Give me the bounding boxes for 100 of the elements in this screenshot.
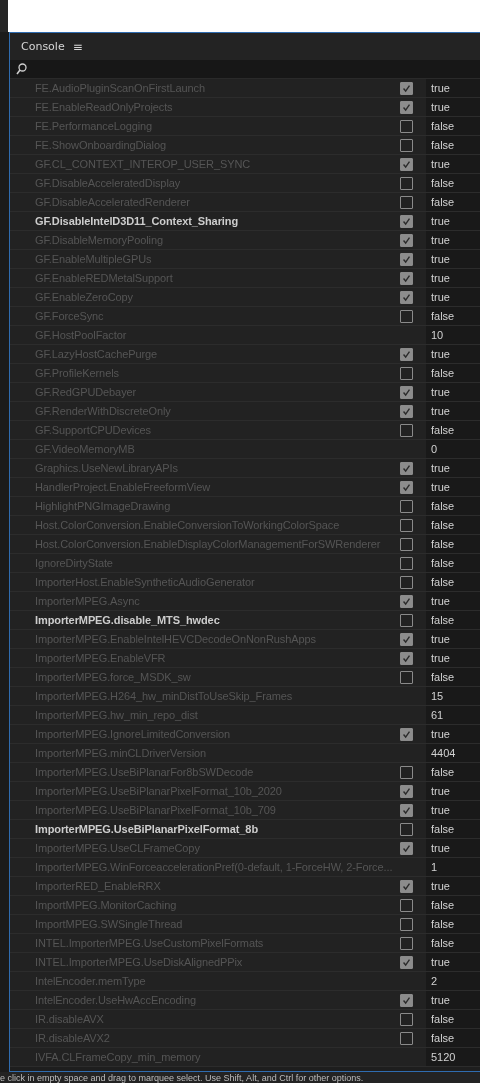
value-field[interactable]: true [426, 991, 480, 1009]
value-field[interactable]: true [426, 725, 480, 743]
checkbox[interactable] [400, 423, 413, 437]
value-field[interactable]: true [426, 288, 480, 306]
value-field[interactable]: true [426, 877, 480, 895]
value-field[interactable]: false [426, 516, 480, 534]
value-field[interactable]: false [426, 554, 480, 572]
checkbox[interactable] [400, 784, 413, 798]
checkbox[interactable] [400, 233, 413, 247]
value-field[interactable]: true [426, 269, 480, 287]
checkbox[interactable] [400, 461, 413, 475]
value-field[interactable]: true [426, 98, 480, 116]
checkbox[interactable] [400, 195, 413, 209]
value-field[interactable]: true [426, 592, 480, 610]
value-field[interactable]: false [426, 1010, 480, 1028]
checkbox[interactable] [400, 309, 413, 323]
checkbox[interactable] [400, 841, 413, 855]
value-field[interactable]: true [426, 801, 480, 819]
value-field[interactable]: false [426, 497, 480, 515]
value-field[interactable]: false [426, 611, 480, 629]
value-field[interactable]: true [426, 402, 480, 420]
checkbox[interactable] [400, 1031, 413, 1045]
value-field[interactable]: false [426, 421, 480, 439]
checkbox[interactable] [400, 879, 413, 893]
checkbox[interactable] [400, 499, 413, 513]
value-field[interactable]: 5120 [426, 1048, 480, 1066]
value-field[interactable]: true [426, 649, 480, 667]
value-field[interactable]: true [426, 79, 480, 97]
checkbox[interactable] [400, 556, 413, 570]
value-field[interactable]: 10 [426, 326, 480, 344]
value-field[interactable]: 0 [426, 440, 480, 458]
checkbox[interactable] [400, 936, 413, 950]
value-field[interactable]: true [426, 459, 480, 477]
checkbox[interactable] [400, 594, 413, 608]
value-field[interactable]: true [426, 782, 480, 800]
checkbox[interactable] [400, 385, 413, 399]
checkbox[interactable] [400, 651, 413, 665]
checkbox[interactable] [400, 537, 413, 551]
checkbox[interactable] [400, 480, 413, 494]
value-field[interactable]: false [426, 535, 480, 553]
value-field[interactable]: 15 [426, 687, 480, 705]
value-field[interactable]: true [426, 478, 480, 496]
value-field[interactable]: false [426, 668, 480, 686]
search-field[interactable] [10, 60, 480, 79]
checkbox[interactable] [400, 404, 413, 418]
checkbox[interactable] [400, 366, 413, 380]
panel-menu-glyph[interactable]: ≡ [72, 39, 83, 54]
checkbox[interactable] [400, 138, 413, 152]
checkbox[interactable] [400, 290, 413, 304]
checkbox[interactable] [400, 157, 413, 171]
setting-row[interactable]: ImporterMPEG.disable_MTS_hwdec false [10, 611, 480, 630]
setting-row[interactable]: GF.DisableIntelD3D11_Context_Sharing true [10, 212, 480, 231]
value-field[interactable]: false [426, 193, 480, 211]
checkbox[interactable] [400, 613, 413, 627]
value-field[interactable]: false [426, 896, 480, 914]
checkbox[interactable] [400, 727, 413, 741]
checkbox[interactable] [400, 632, 413, 646]
value-field[interactable]: true [426, 155, 480, 173]
value-field[interactable]: 61 [426, 706, 480, 724]
value-field[interactable]: true [426, 212, 480, 230]
value-field[interactable]: 2 [426, 972, 480, 990]
value-field[interactable]: false [426, 364, 480, 382]
checkbox[interactable] [400, 176, 413, 190]
value-field[interactable]: false [426, 573, 480, 591]
value-field[interactable]: false [426, 117, 480, 135]
checkbox[interactable] [400, 518, 413, 532]
value-field[interactable]: 1 [426, 858, 480, 876]
checkbox[interactable] [400, 765, 413, 779]
checkbox[interactable] [400, 917, 413, 931]
checkbox[interactable] [400, 993, 413, 1007]
checkbox[interactable] [400, 575, 413, 589]
checkbox[interactable] [400, 898, 413, 912]
checkbox[interactable] [400, 81, 413, 95]
value-field[interactable]: false [426, 1029, 480, 1047]
setting-row[interactable]: ImporterMPEG.UseBiPlanarPixelFormat_8b false [10, 820, 480, 839]
checkbox[interactable] [400, 100, 413, 114]
value-field[interactable]: true [426, 839, 480, 857]
checkbox[interactable] [400, 252, 413, 266]
panel-title[interactable]: Console [21, 40, 65, 53]
value-field[interactable]: true [426, 953, 480, 971]
value-field[interactable]: true [426, 383, 480, 401]
checkbox[interactable] [400, 347, 413, 361]
value-field[interactable]: false [426, 174, 480, 192]
value-field[interactable]: false [426, 820, 480, 838]
checkbox[interactable] [400, 955, 413, 969]
value-field[interactable]: true [426, 630, 480, 648]
checkbox[interactable] [400, 670, 413, 684]
value-field[interactable]: 4404 [426, 744, 480, 762]
checkbox[interactable] [400, 271, 413, 285]
value-field[interactable]: true [426, 231, 480, 249]
checkbox[interactable] [400, 1012, 413, 1026]
value-field[interactable]: false [426, 763, 480, 781]
value-field[interactable]: false [426, 915, 480, 933]
value-field[interactable]: false [426, 307, 480, 325]
value-field[interactable]: true [426, 250, 480, 268]
value-field[interactable]: true [426, 345, 480, 363]
value-field[interactable]: false [426, 136, 480, 154]
checkbox[interactable] [400, 822, 413, 836]
checkbox[interactable] [400, 214, 413, 228]
checkbox[interactable] [400, 803, 413, 817]
